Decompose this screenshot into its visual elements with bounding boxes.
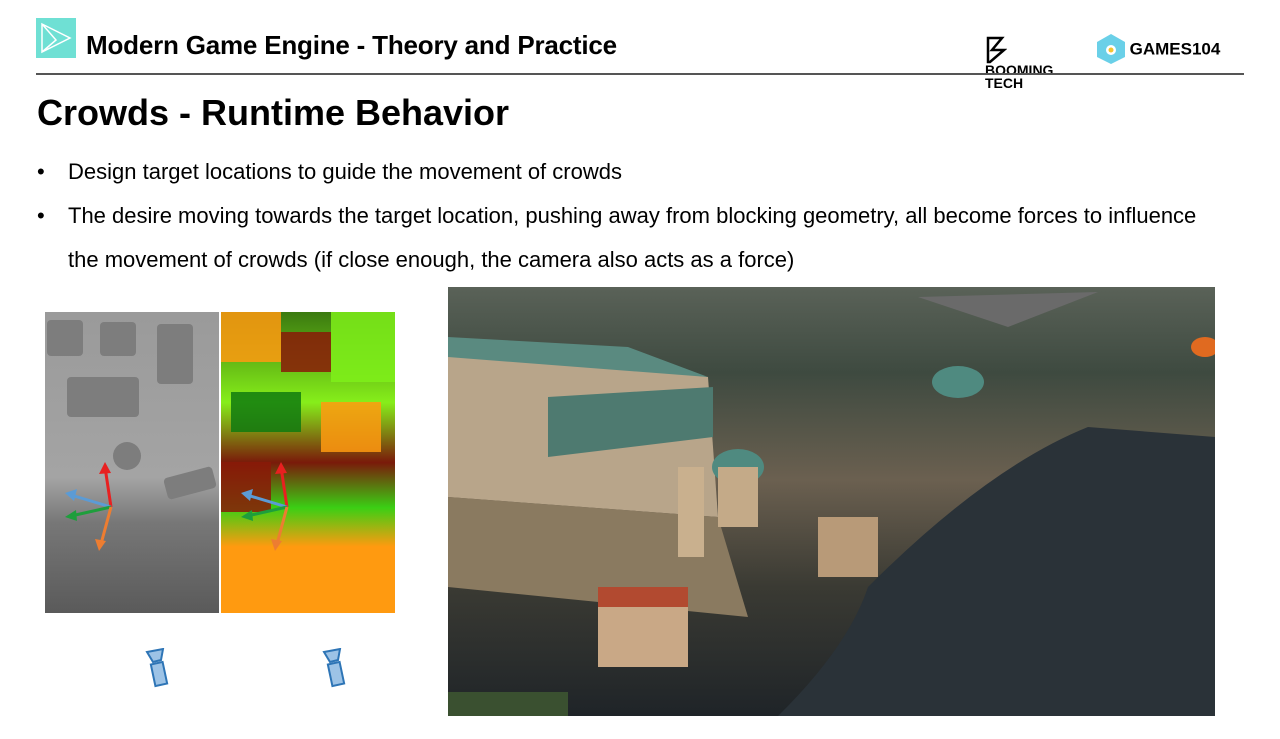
distance-field-image xyxy=(45,312,219,613)
booming-tech-logo: BOOMING TECH xyxy=(985,36,1085,90)
header-divider xyxy=(36,73,1244,75)
city-scene xyxy=(448,292,1215,716)
city-crowd-render-image xyxy=(448,287,1215,716)
header-title: Modern Game Engine - Theory and Practice xyxy=(86,30,617,60)
course-logo-icon xyxy=(36,18,76,58)
slide-title: Crowds - Runtime Behavior xyxy=(37,92,510,133)
games104-logo: GAMES104 xyxy=(1096,33,1220,65)
camera-icon xyxy=(145,648,169,688)
force-arrows xyxy=(241,462,289,551)
bullet-item: • The desire moving towards the target lo… xyxy=(37,203,1197,272)
force-arrows xyxy=(65,462,113,551)
bullet-list: • Design target locations to guide the mo… xyxy=(37,150,1247,282)
camera-icon xyxy=(322,648,346,688)
bullet-item: • Design target locations to guide the mo… xyxy=(37,159,622,184)
flow-field-image xyxy=(221,312,395,613)
